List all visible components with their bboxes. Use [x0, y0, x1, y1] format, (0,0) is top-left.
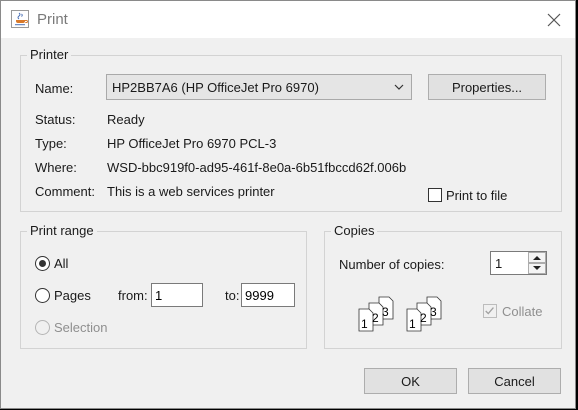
properties-button-label: Properties...	[451, 80, 523, 95]
copies-value: 1	[495, 256, 503, 271]
selection-radio[interactable]	[35, 320, 50, 335]
all-label[interactable]: All	[54, 256, 68, 271]
status-value: Ready	[107, 112, 145, 127]
pages-radio[interactable]	[35, 288, 50, 303]
collate-page-3b: 3	[430, 305, 437, 319]
collate-page-1: 1	[361, 317, 368, 331]
print-range-group-label: Print range	[27, 223, 97, 238]
close-icon[interactable]	[541, 7, 567, 33]
where-label: Where:	[35, 160, 77, 175]
selection-label[interactable]: Selection	[54, 320, 107, 335]
print-to-file-label[interactable]: Print to file	[446, 188, 507, 203]
cancel-button[interactable]: Cancel	[468, 368, 561, 394]
printer-name-value: HP2BB7A6 (HP OfficeJet Pro 6970)	[112, 80, 319, 95]
number-of-copies-label: Number of copies:	[339, 257, 445, 272]
ok-button-label: OK	[401, 374, 420, 389]
from-label: from:	[118, 288, 148, 303]
window-title: Print	[37, 11, 68, 28]
collate-page-2: 2	[372, 311, 379, 325]
type-value: HP OfficeJet Pro 6970 PCL-3	[107, 136, 277, 151]
type-label: Type:	[35, 136, 67, 151]
name-label: Name:	[35, 81, 74, 96]
to-page-input[interactable]	[241, 283, 295, 307]
ok-button[interactable]: OK	[364, 368, 457, 394]
comment-label: Comment:	[35, 184, 95, 199]
printer-group-label: Printer	[27, 47, 72, 62]
all-radio[interactable]	[35, 256, 50, 271]
pages-label[interactable]: Pages	[54, 288, 91, 303]
collate-page-1b: 1	[409, 317, 416, 331]
cancel-button-label: Cancel	[494, 374, 535, 389]
collate-page-2b: 2	[420, 311, 427, 325]
collate-checkbox[interactable]	[483, 304, 497, 318]
spinner-arrows-icon[interactable]	[528, 252, 546, 274]
status-label: Status:	[35, 112, 76, 127]
printer-name-select[interactable]: HP2BB7A6 (HP OfficeJet Pro 6970)	[106, 74, 412, 100]
copies-group-label: Copies	[331, 223, 378, 238]
java-app-icon	[11, 10, 29, 28]
title-bar: Print	[1, 1, 575, 38]
from-page-input[interactable]	[151, 283, 203, 307]
chevron-down-icon	[394, 84, 404, 90]
checkmark-icon	[485, 307, 494, 315]
where-value: WSD-bbc919f0-ad95-461f-8e0a-6b51fbccd62f…	[107, 160, 407, 175]
print-dialog: Print Printer Name: HP2BB7A6 (HP OfficeJ…	[0, 0, 576, 409]
collate-page-3: 3	[382, 305, 389, 319]
to-label: to:	[225, 288, 240, 303]
collate-label[interactable]: Collate	[502, 304, 542, 319]
copies-spinner[interactable]: 1	[490, 251, 547, 275]
properties-button[interactable]: Properties...	[428, 74, 546, 100]
collate-pages-icon: 1 2 3 1 2 3	[358, 296, 442, 332]
comment-value: This is a web services printer	[107, 184, 275, 199]
print-to-file-checkbox[interactable]	[428, 188, 442, 202]
